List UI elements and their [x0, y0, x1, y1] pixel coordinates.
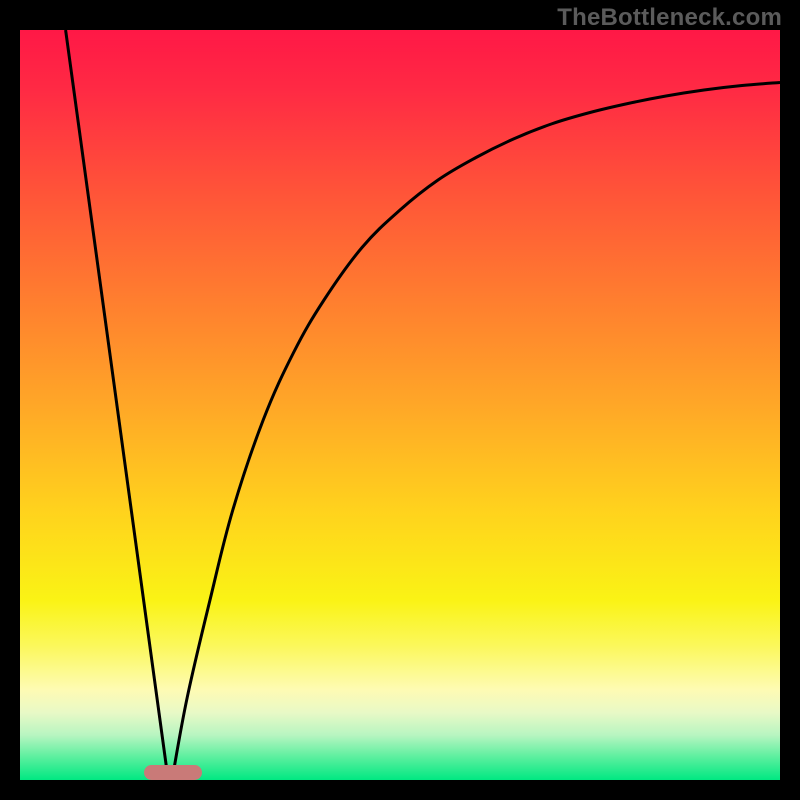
plot-area	[20, 30, 780, 780]
optimal-marker	[144, 765, 202, 780]
curve-left	[66, 30, 169, 780]
chart-frame: TheBottleneck.com	[0, 0, 800, 800]
curve-right	[172, 83, 780, 781]
watermark: TheBottleneck.com	[557, 4, 782, 32]
curve-layer	[20, 30, 780, 780]
